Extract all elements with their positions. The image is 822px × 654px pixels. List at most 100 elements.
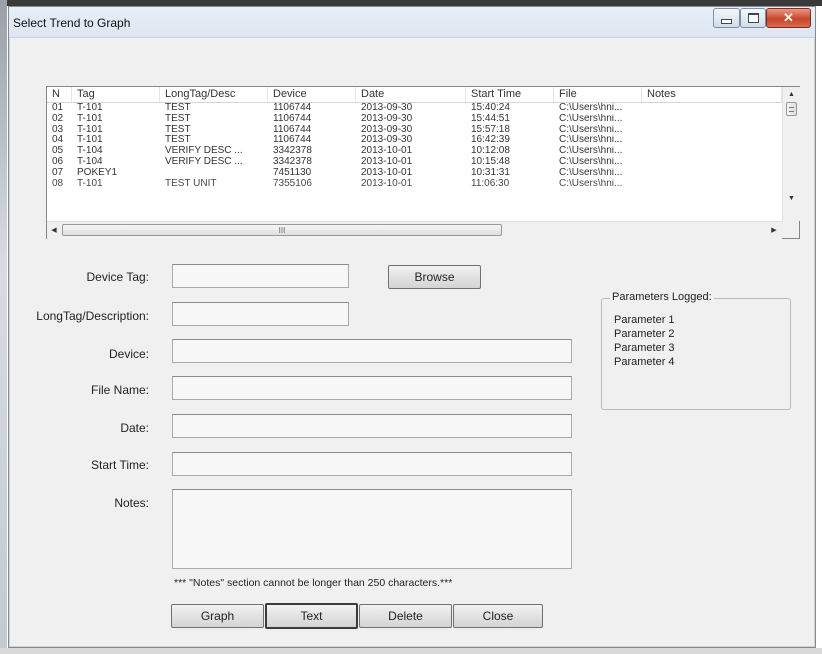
cell-tag: T-101 [77,113,103,124]
cell-file: C:\Users\hni... [559,124,623,135]
scroll-right-icon[interactable]: ▶ [767,223,781,237]
screen-edge-bottom [0,648,822,654]
table-row[interactable]: 07 POKEY1 7451130 2013-10-01 10:31:31 C:\User… [47,168,782,179]
cell-start-time: 15:40:24 [471,103,510,113]
list-header: N Tag LongTag/Desc Device Date Start Tim… [47,87,782,103]
table-row[interactable]: 03 T-101 TEST 1106744 2013-09-30 15:57:18 C:\U… [47,125,782,136]
table-row[interactable]: 04 T-101 TEST 1106744 2013-09-30 16:42:39 C:\U… [47,135,782,146]
notes-length-hint: *** "Notes" section cannot be longer tha… [174,577,453,589]
delete-button[interactable]: Delete [359,604,452,628]
cell-file: C:\Users\hni... [559,178,623,189]
table-row[interactable]: 08 T-101 TEST UNIT 7355106 2013-10-01 11:06:3… [47,179,782,190]
cell-start-time: 11:06:30 [471,178,510,189]
title-bar[interactable]: Select Trend to Graph ✕ [9,7,815,38]
cell-file: C:\Users\hni... [559,113,623,124]
device-field[interactable] [172,339,572,363]
longtag-description-field[interactable] [172,302,349,326]
cell-longtag: TEST UNIT [165,178,217,189]
notes-label: Notes: [114,496,149,510]
cell-device: 3342378 [273,146,312,157]
graph-button[interactable]: Graph [171,604,264,628]
device-tag-field[interactable] [172,264,349,288]
file-name-label: File Name: [90,383,149,397]
close-button[interactable]: Close [453,604,543,628]
cell-date: 2013-09-30 [361,124,413,135]
vertical-scroll-thumb[interactable] [786,102,797,116]
notes-field[interactable] [172,489,572,569]
cell-tag: T-104 [77,146,103,157]
table-row[interactable]: 01 T-101 TEST 1106744 2013-09-30 15:40:24 C:\U… [47,103,782,114]
scroll-down-icon[interactable]: ▼ [783,191,800,205]
cell-file: C:\Users\hni... [559,156,623,167]
column-header-tag[interactable]: Tag [72,87,160,102]
cell-device: 1106744 [273,124,312,135]
cell-file: C:\Users\hni... [559,135,623,146]
cell-notes [642,125,782,136]
cell-start-time: 16:42:39 [471,135,510,146]
horizontal-scrollbar[interactable]: ◀ III ▶ [47,221,782,239]
cell-longtag: TEST [165,124,191,135]
cell-n: 07 [52,167,64,178]
cell-n: 04 [52,135,64,146]
cell-longtag: TEST [165,113,191,124]
cell-file: C:\Users\hni... [559,103,623,113]
cell-date: 2013-10-01 [361,156,413,167]
cell-n: 03 [52,124,64,135]
start-time-field[interactable] [172,452,572,476]
text-button[interactable]: Text [265,603,358,629]
cell-n: 02 [52,113,64,124]
column-header-longtag[interactable]: LongTag/Desc [160,87,268,102]
longtag-description-label: LongTag/Description: [36,309,149,323]
column-header-notes[interactable]: Notes [642,87,782,102]
desktop-background [0,0,7,654]
close-icon: ✕ [783,10,794,25]
cell-file: C:\Users\hni... [559,167,623,178]
device-tag-label: Device Tag: [86,270,149,284]
vertical-scrollbar[interactable]: ▲ ▼ [782,87,800,221]
device-label: Device: [108,347,149,361]
cell-notes [642,157,782,168]
cell-notes [642,135,782,146]
cell-notes [642,179,782,190]
scroll-up-icon[interactable]: ▲ [783,87,800,101]
scrollbar-corner [782,221,799,238]
close-window-button[interactable]: ✕ [766,8,811,28]
trend-list[interactable]: N Tag LongTag/Desc Device Date Start Tim… [46,86,800,239]
parameters-list: Parameter 1 Parameter 2 Parameter 3 Para… [614,313,675,369]
file-name-field[interactable] [172,376,572,400]
column-header-date[interactable]: Date [356,87,466,102]
date-field[interactable] [172,414,572,438]
table-row[interactable]: 02 T-101 TEST 1106744 2013-09-30 15:44:51 C:\U… [47,114,782,125]
cell-start-time: 10:12:08 [471,146,510,157]
column-header-file[interactable]: File [554,87,642,102]
column-header-n[interactable]: N [47,87,72,102]
maximize-button[interactable] [740,8,766,28]
cell-start-time: 10:31:31 [471,167,510,178]
minimize-icon [721,18,732,24]
cell-n: 06 [52,156,64,167]
cell-n: 05 [52,146,64,157]
horizontal-scroll-thumb[interactable]: III [62,224,502,236]
table-row[interactable]: 05 T-104 VERIFY DESC ... 3342378 2013-10-01 1… [47,146,782,157]
cell-device: 7451130 [273,167,312,178]
parameters-logged-title: Parameters Logged: [610,291,714,303]
browse-button[interactable]: Browse [388,265,481,289]
column-header-start-time[interactable]: Start Time [466,87,554,102]
scroll-left-icon[interactable]: ◀ [47,223,61,237]
cell-date: 2013-09-30 [361,113,413,124]
table-row[interactable]: 06 T-104 VERIFY DESC ... 3342378 2013-10-01 1… [47,157,782,168]
column-header-device[interactable]: Device [268,87,356,102]
cell-tag: T-101 [77,124,103,135]
date-label: Date: [120,421,149,435]
cell-tag: T-101 [77,103,103,113]
cell-tag: T-101 [77,135,103,146]
parameter-item: Parameter 2 [614,328,675,340]
start-time-label: Start Time: [90,458,149,472]
cell-start-time: 15:44:51 [471,113,510,124]
cell-date: 2013-09-30 [361,135,413,146]
minimize-button[interactable] [713,8,740,28]
dialog-window: Select Trend to Graph ✕ N Tag LongTag/De… [8,6,816,648]
cell-longtag: TEST [165,103,191,113]
cell-file: C:\Users\hni... [559,146,623,157]
cell-device: 1106744 [273,103,312,113]
